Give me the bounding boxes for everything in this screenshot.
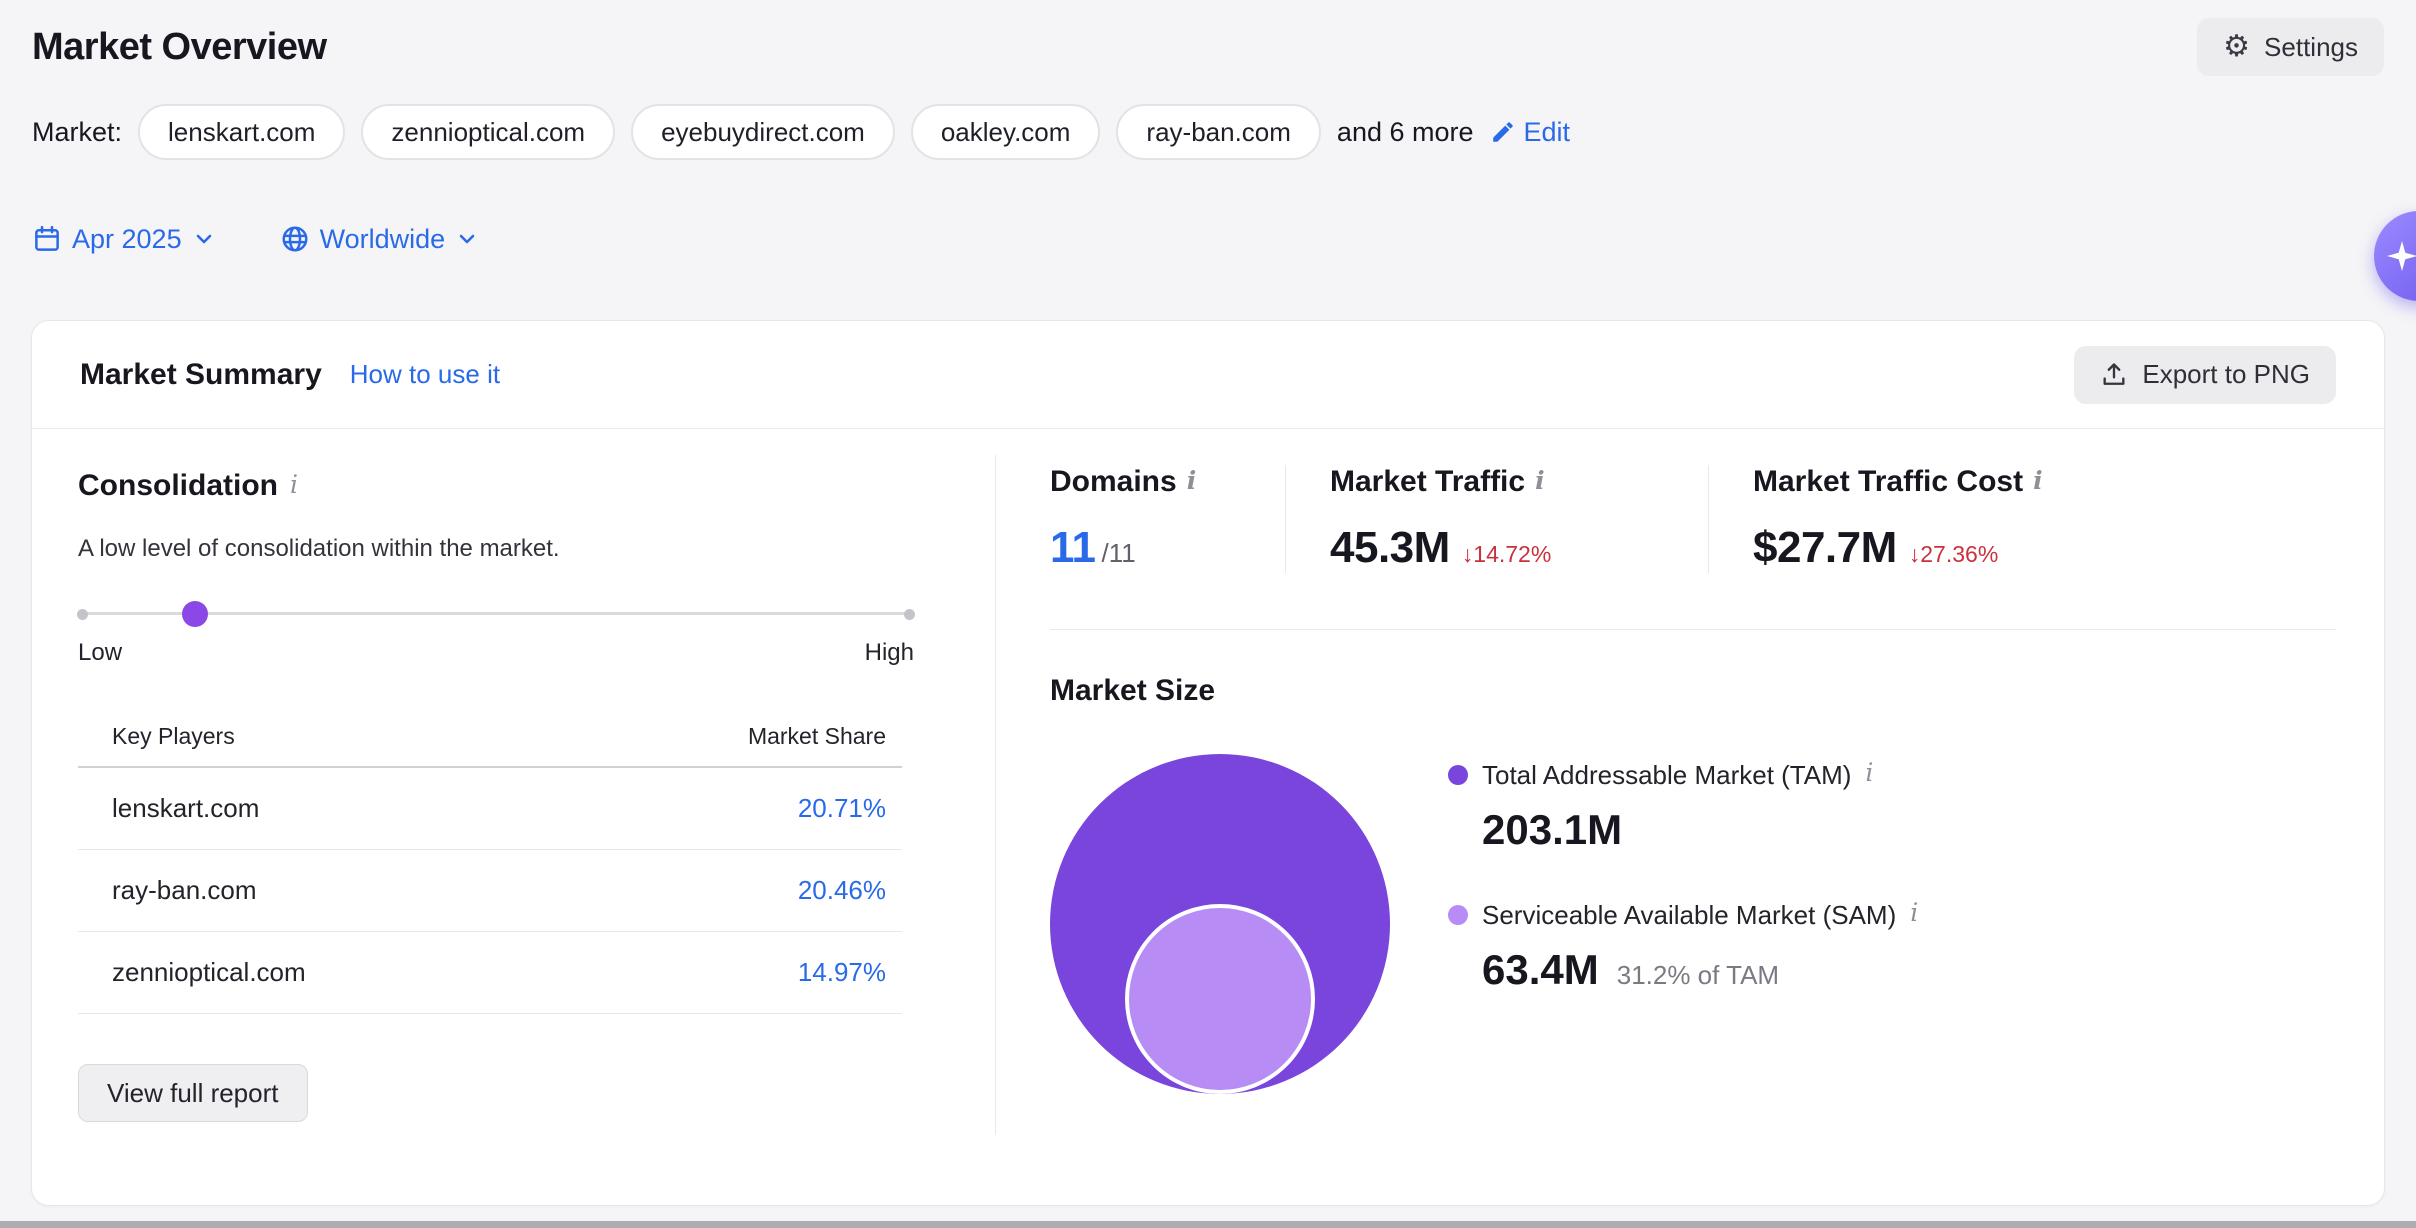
region-filter[interactable]: Worldwide [280, 224, 480, 255]
bubble-chart [1050, 754, 1390, 1094]
stat-change: ↓14.72% [1462, 541, 1552, 568]
edit-label: Edit [1524, 117, 1571, 148]
stats-row: Domains i 11 /11 Market Traffic i [1050, 465, 2336, 573]
key-players-header: Key Players [112, 723, 235, 750]
export-label: Export to PNG [2142, 359, 2310, 390]
market-domain-chip: lenskart.com [138, 104, 345, 160]
chevron-down-icon [192, 227, 216, 251]
topbar: Market Overview ⚙ Settings [0, 0, 2416, 80]
market-label: Market: [32, 117, 122, 148]
export-icon [2100, 361, 2128, 389]
edit-market-link[interactable]: Edit [1490, 117, 1571, 148]
player-domain: zennioptical.com [112, 957, 306, 988]
export-png-button[interactable]: Export to PNG [2074, 346, 2336, 404]
market-definition-row: Market: lenskart.com zennioptical.com ey… [32, 104, 2384, 160]
market-overview-page: Market Overview ⚙ Settings Market: lensk… [0, 0, 2416, 1206]
sam-label: Serviceable Available Market (SAM) [1482, 900, 1896, 930]
player-domain: lenskart.com [112, 793, 259, 824]
stat-change: ↓27.36% [1909, 541, 1999, 568]
info-icon[interactable]: i [1865, 758, 1873, 788]
region-filter-value: Worldwide [320, 224, 446, 255]
stat-value: $27.7M [1753, 523, 1897, 573]
stat-market-traffic-cost: Market Traffic Cost i $27.7M ↓27.36% [1709, 465, 2043, 573]
table-row: lenskart.com 20.71% [78, 768, 902, 850]
globe-icon [280, 224, 310, 254]
stats-divider [1050, 629, 2336, 630]
calendar-icon [32, 224, 62, 254]
table-row: ray-ban.com 20.46% [78, 850, 902, 932]
settings-button[interactable]: ⚙ Settings [2197, 18, 2384, 76]
settings-label: Settings [2264, 32, 2358, 63]
market-more-text: and 6 more [1337, 117, 1474, 148]
tam-legend-item: Total Addressable Market (TAM) i [1448, 760, 1918, 790]
market-size-chart: Total Addressable Market (TAM) i 203.1M … [1050, 708, 2336, 1138]
table-header: Key Players Market Share [78, 723, 902, 768]
key-players-table: Key Players Market Share lenskart.com 20… [78, 723, 902, 1014]
info-icon[interactable]: i [2033, 466, 2043, 495]
info-icon[interactable]: i [1187, 466, 1197, 495]
bottom-strip [0, 1221, 2416, 1228]
sam-legend-item: Serviceable Available Market (SAM) i [1448, 900, 1918, 930]
market-share-header: Market Share [748, 723, 886, 750]
stat-label: Market Traffic [1330, 465, 1525, 499]
slider-start-dot [77, 609, 88, 620]
slider-low-label: Low [78, 639, 122, 667]
sam-dot-icon [1448, 905, 1468, 925]
date-filter-value: Apr 2025 [72, 224, 182, 255]
sam-value: 63.4M [1482, 946, 1599, 994]
stat-label: Market Traffic Cost [1753, 465, 2023, 499]
stat-domains: Domains i 11 /11 [1050, 465, 1286, 573]
gear-icon: ⚙ [2223, 32, 2250, 62]
market-domain-chip: eyebuydirect.com [631, 104, 895, 160]
market-domain-chip: ray-ban.com [1116, 104, 1321, 160]
view-full-report-button[interactable]: View full report [78, 1064, 308, 1122]
consolidation-slider-handle[interactable] [182, 601, 208, 627]
market-stats-section: Domains i 11 /11 Market Traffic i [996, 429, 2384, 1205]
market-domain-chip: zennioptical.com [361, 104, 615, 160]
page-title: Market Overview [32, 26, 327, 69]
slider-end-dot [904, 609, 915, 620]
player-share-link[interactable]: 20.71% [798, 793, 886, 824]
market-summary-card: Market Summary How to use it Export to P… [31, 320, 2385, 1206]
sparkle-icon [2384, 238, 2416, 274]
info-icon[interactable]: i [1910, 898, 1918, 928]
sam-circle [1125, 904, 1315, 1094]
consolidation-title: Consolidation [78, 469, 278, 503]
tam-value: 203.1M [1482, 806, 1918, 854]
chevron-down-icon [455, 227, 479, 251]
table-row: zennioptical.com 14.97% [78, 932, 902, 1014]
card-header: Market Summary How to use it Export to P… [32, 321, 2384, 429]
card-body: Consolidation i A low level of consolida… [32, 429, 2384, 1205]
consolidation-section: Consolidation i A low level of consolida… [32, 429, 995, 1205]
tam-dot-icon [1448, 765, 1468, 785]
market-domain-chip: oakley.com [911, 104, 1101, 160]
stat-market-traffic: Market Traffic i 45.3M ↓14.72% [1286, 465, 1709, 573]
consolidation-description: A low level of consolidation within the … [78, 535, 995, 563]
market-size-legend: Total Addressable Market (TAM) i 203.1M … [1448, 760, 1918, 994]
stat-label: Domains [1050, 465, 1177, 499]
stat-value: 45.3M [1330, 523, 1450, 573]
stat-value: 11 [1050, 523, 1096, 573]
tam-label: Total Addressable Market (TAM) [1482, 760, 1851, 790]
date-filter[interactable]: Apr 2025 [32, 224, 216, 255]
player-share-link[interactable]: 20.46% [798, 875, 886, 906]
market-size-title: Market Size [1050, 674, 2336, 708]
slider-high-label: High [865, 639, 914, 667]
info-icon[interactable]: i [290, 470, 298, 499]
pencil-icon [1490, 119, 1516, 145]
card-title: Market Summary [80, 358, 322, 392]
how-to-use-link[interactable]: How to use it [350, 359, 500, 390]
filters-row: Apr 2025 Worldwide [32, 218, 2384, 260]
consolidation-slider [78, 601, 914, 627]
player-share-link[interactable]: 14.97% [798, 957, 886, 988]
sam-note: 31.2% of TAM [1617, 960, 1779, 991]
info-icon[interactable]: i [1535, 466, 1545, 495]
player-domain: ray-ban.com [112, 875, 257, 906]
stat-suffix: /11 [1102, 538, 1136, 569]
